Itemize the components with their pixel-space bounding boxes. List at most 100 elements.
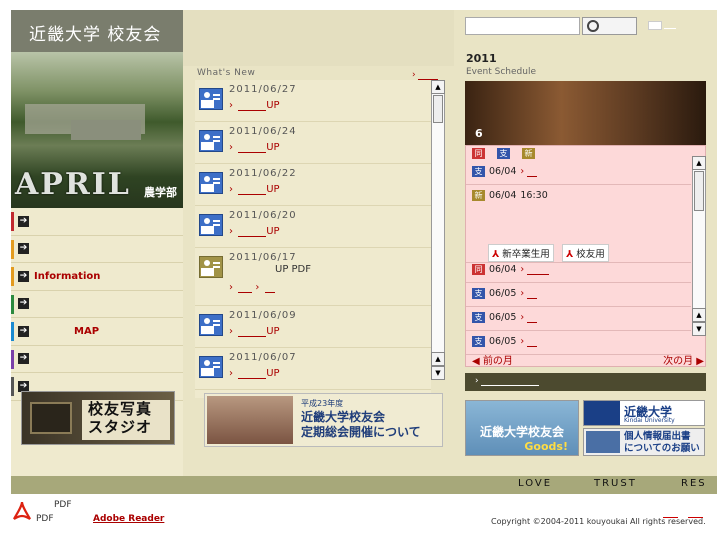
- menu-color-bar: [11, 377, 14, 396]
- scroll-up-button[interactable]: ▲: [431, 80, 445, 94]
- event-legend-tag: 新: [522, 148, 535, 159]
- event-item[interactable]: 支 06/05 ›: [472, 336, 538, 347]
- camera-icon: [30, 402, 72, 434]
- goods-banner[interactable]: 近畿大学校友会 Goods!: [465, 400, 579, 456]
- event-item[interactable]: 新 06/04 16:30: [472, 190, 548, 201]
- news-person-icon: [199, 314, 223, 336]
- event-legend: 同支新: [472, 148, 535, 159]
- left-column: 近畿大学 校友会 APRIL 農学部 ➔ ➔ ➔ Information ➔ ➔ MAP ➔ ➔…: [11, 10, 183, 494]
- event-link[interactable]: ›: [520, 288, 538, 299]
- event-item[interactable]: 支 06/05 ›: [472, 312, 538, 323]
- event-scroll-up[interactable]: ▲: [692, 156, 706, 170]
- pdf-note-1: PDF: [54, 500, 72, 510]
- news-date: 2011/06/22: [229, 168, 297, 179]
- event-date: 06/04: [489, 166, 517, 177]
- news-person-icon: [199, 356, 223, 378]
- left-menu-item[interactable]: ➔ MAP: [11, 318, 183, 346]
- event-scroll-up-2[interactable]: ▲: [692, 308, 706, 322]
- event-schedule-box: 同支新 ▲ ▲ ▼ ◀ 前の月 次の月 ▶ 支 06/04 › 新 06/04 16:3…: [465, 145, 706, 367]
- search-icon: [587, 20, 599, 32]
- menu-color-bar: [11, 294, 14, 314]
- scroll-down-button[interactable]: ▼: [431, 366, 445, 380]
- news-item[interactable]: 2011/06/09 › UP: [195, 306, 431, 348]
- news-item[interactable]: 2011/06/17 UP PDF › ›: [195, 248, 431, 306]
- meeting-building-image: [207, 396, 293, 444]
- event-link[interactable]: ›: [520, 264, 550, 275]
- event-scroll-thumb[interactable]: [694, 171, 704, 211]
- news-item[interactable]: 2011/06/20 › UP: [195, 206, 431, 248]
- left-menu-item[interactable]: ➔: [11, 208, 183, 236]
- privacy-form-banner[interactable]: 個人情報届出書 についてのお願い: [583, 428, 705, 456]
- news-date: 2011/06/17: [229, 252, 297, 263]
- middle-column: What's New › 2011/06/27 › UP 2011/06/24 › U…: [183, 10, 454, 494]
- event-legend-tag: 同: [472, 148, 485, 159]
- event-item[interactable]: 支 06/05 ›: [472, 288, 538, 299]
- menu-item-label: MAP: [74, 325, 100, 337]
- mail-link-underline: [664, 28, 676, 29]
- left-menu-item[interactable]: ➔: [11, 346, 183, 373]
- arrow-icon: ➔: [18, 298, 29, 310]
- campus-building-2: [71, 120, 141, 140]
- whats-new-more-link[interactable]: ›: [412, 70, 439, 80]
- left-menu-item[interactable]: ➔: [11, 236, 183, 263]
- general-meeting-banner[interactable]: 平成23年度 近畿大学校友会 定期総会開催について: [204, 393, 443, 447]
- news-person-icon: [199, 214, 223, 236]
- news-item[interactable]: 2011/06/24 › UP: [195, 122, 431, 164]
- search-button[interactable]: [582, 17, 637, 35]
- event-time: 16:30: [520, 190, 548, 201]
- event-item[interactable]: 同 06/04 ›: [472, 264, 550, 275]
- news-scrollbar[interactable]: ▲ ▲ ▼: [431, 80, 445, 380]
- event-date: 06/05: [489, 288, 517, 299]
- news-link[interactable]: › UP: [229, 368, 280, 379]
- event-separator: [466, 282, 691, 283]
- news-item[interactable]: 2011/06/22 › UP: [195, 164, 431, 206]
- left-menu-item[interactable]: ➔ Information: [11, 263, 183, 291]
- news-link[interactable]: › UP: [229, 142, 280, 153]
- news-links[interactable]: › ›: [229, 282, 275, 293]
- event-more-bar[interactable]: ›: [465, 373, 706, 391]
- event-separator: [466, 354, 691, 355]
- event-link[interactable]: ›: [520, 312, 538, 323]
- news-person-icon: [199, 88, 223, 110]
- kindai-university-banner[interactable]: 近畿大学 Kindai University: [583, 400, 705, 426]
- event-tag: 支: [472, 288, 485, 299]
- event-month: 6: [475, 127, 483, 140]
- arrow-icon: ➔: [18, 270, 29, 282]
- university-emblem-icon: [584, 401, 620, 425]
- site-logo[interactable]: 近畿大学 校友会: [11, 10, 183, 52]
- news-item[interactable]: 2011/06/27 › UP: [195, 80, 431, 122]
- adobe-reader-link[interactable]: Adobe Reader: [93, 514, 164, 524]
- privacy-text: 個人情報届出書 についてのお願い: [624, 431, 700, 455]
- university-name-en: Kindai University: [624, 417, 675, 424]
- alumni-pdf-button[interactable]: ⅄ 校友用: [562, 244, 609, 262]
- pdf-icon: ⅄: [566, 249, 574, 260]
- pdf-icon: [13, 501, 31, 520]
- event-link[interactable]: ›: [520, 336, 538, 347]
- news-link[interactable]: › UP: [229, 100, 280, 111]
- event-photo: [465, 81, 706, 145]
- event-scroll-down[interactable]: ▼: [692, 322, 706, 336]
- pdf-news-icon: [199, 256, 223, 278]
- scroll-thumb[interactable]: [433, 95, 443, 123]
- news-link[interactable]: › UP: [229, 184, 280, 195]
- event-item[interactable]: 支 06/04 ›: [472, 166, 538, 177]
- search-input[interactable]: [465, 17, 580, 35]
- event-scrollbar[interactable]: ▲ ▲ ▼: [692, 156, 706, 336]
- scroll-up-button-2[interactable]: ▲: [431, 352, 445, 366]
- new-grad-pdf-button[interactable]: ⅄ 新卒業生用: [488, 244, 554, 262]
- news-link[interactable]: › UP: [229, 326, 280, 337]
- event-separator: [466, 330, 691, 331]
- right-column: 2011 Event Schedule 6 同支新 ▲ ▲ ▼ ◀ 前の月 次の…: [458, 10, 717, 494]
- news-date: 2011/06/24: [229, 126, 297, 137]
- menu-color-bar: [11, 267, 14, 286]
- event-date: 06/05: [489, 336, 517, 347]
- hero-photo: APRIL 農学部: [11, 52, 183, 208]
- photo-studio-banner[interactable]: 校友写真 スタジオ: [21, 391, 175, 445]
- arrow-icon: ➔: [18, 353, 29, 365]
- left-menu-item[interactable]: ➔: [11, 291, 183, 318]
- new-grad-pdf-label: 新卒業生用: [502, 249, 550, 260]
- mail-icon[interactable]: [648, 21, 662, 30]
- news-link[interactable]: › UP: [229, 226, 280, 237]
- event-link[interactable]: ›: [520, 166, 538, 177]
- news-item[interactable]: 2011/06/07 › UP: [195, 348, 431, 390]
